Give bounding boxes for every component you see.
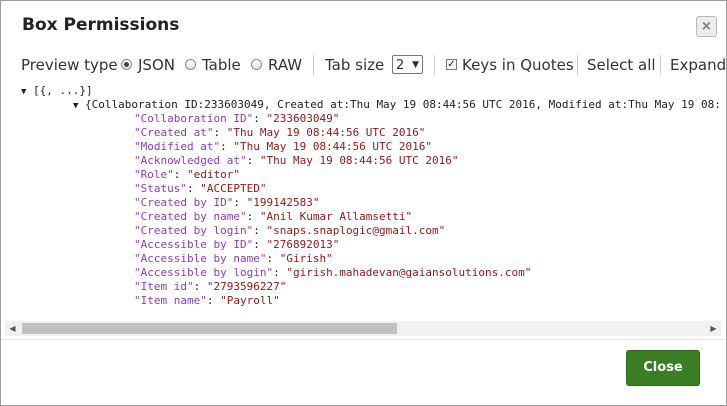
keys-in-quotes-label[interactable]: Keys in Quotes (462, 54, 574, 76)
json-value: "editor" (187, 168, 240, 181)
json-value: "233603049" (266, 112, 340, 125)
item-summary[interactable]: {Collaboration ID:233603049, Created at:… (85, 98, 721, 111)
json-viewer: ▼ [{, ...}] ▼ {Collaboration ID:23360304… (5, 81, 724, 339)
json-value: "Anil Kumar Allamsetti" (259, 210, 413, 223)
toolbar-divider (313, 55, 314, 75)
json-field-row[interactable]: "Created at": "Thu May 19 08:44:56 UTC 2… (134, 126, 531, 140)
json-value: "ACCEPTED" (200, 182, 267, 195)
field-list: "Collaboration ID": "233603049" "Created … (134, 112, 531, 308)
toolbar-divider (434, 55, 435, 75)
json-colon: : (173, 168, 187, 181)
json-key: "Acknowledged at" (134, 154, 247, 167)
json-colon: : (253, 224, 267, 237)
json-key: "Item id" (134, 280, 194, 293)
json-field-row[interactable]: "Created by ID": "199142583" (134, 196, 531, 210)
json-key: "Role" (134, 168, 174, 181)
radio-raw-label[interactable]: RAW (268, 54, 302, 76)
json-key: "Created at" (134, 126, 214, 139)
box-permissions-dialog: Box Permissions × Preview type JSON Tabl… (0, 0, 727, 406)
json-value: "Payroll" (220, 294, 280, 307)
json-field-row[interactable]: "Item id": "2793596227" (134, 280, 531, 294)
json-colon: : (193, 280, 207, 293)
json-field-row[interactable]: "Acknowledged at": "Thu May 19 08:44:56 … (134, 154, 531, 168)
toolbar-divider (577, 55, 578, 75)
json-key: "Accessible by ID" (134, 238, 254, 251)
radio-table-label[interactable]: Table (202, 54, 241, 76)
json-field-row[interactable]: "Created by login": "snaps.snaplogic@gma… (134, 224, 531, 238)
json-value: "199142583" (246, 196, 320, 209)
keys-in-quotes-checkbox[interactable]: ✓ (446, 59, 457, 70)
root-label[interactable]: [{, ...}] (33, 84, 93, 97)
json-value: "girish.mahadevan@gaiansolutions.com" (286, 266, 532, 279)
horizontal-scrollbar[interactable]: ◀ ▶ (5, 321, 721, 336)
collapse-toggle-icon[interactable]: ▼ (73, 101, 78, 111)
tab-size-label: Tab size (325, 56, 385, 74)
json-field-row[interactable]: "Accessible by login": "girish.mahadevan… (134, 266, 531, 280)
json-field-row[interactable]: "Created by name": "Anil Kumar Allamsett… (134, 210, 531, 224)
expand-link[interactable]: Expand (670, 54, 726, 76)
json-key: "Accessible by login" (134, 266, 274, 279)
radio-json[interactable] (121, 59, 132, 70)
json-key: "Modified at" (134, 140, 221, 153)
tab-size-select[interactable]: 2 ▼ (392, 55, 423, 74)
json-key: "Item name" (134, 294, 207, 307)
json-key: "Collaboration ID" (134, 112, 254, 125)
radio-json-label[interactable]: JSON (138, 54, 175, 76)
json-colon: : (206, 294, 221, 307)
scroll-right-icon[interactable]: ▶ (706, 321, 721, 336)
json-key: "Accessible by name" (134, 252, 267, 265)
json-field-row[interactable]: "Accessible by ID": "276892013" (134, 238, 531, 252)
json-field-row[interactable]: "Status": "ACCEPTED" (134, 182, 531, 196)
json-field-row[interactable]: "Modified at": "Thu May 19 08:44:56 UTC … (134, 140, 531, 154)
json-colon: : (253, 238, 267, 251)
json-colon: : (246, 154, 260, 167)
radio-raw[interactable] (251, 59, 262, 70)
json-key: "Created by ID" (134, 196, 234, 209)
scrollbar-thumb[interactable] (22, 323, 397, 334)
json-colon: : (213, 126, 227, 139)
toolbar-divider (660, 55, 661, 75)
json-value: "2793596227" (206, 280, 287, 293)
close-button[interactable]: Close (626, 350, 700, 386)
json-value: "276892013" (266, 238, 340, 251)
json-value: "Thu May 19 08:44:56 UTC 2016" (226, 126, 426, 139)
json-colon: : (246, 210, 260, 223)
json-colon: : (273, 266, 287, 279)
select-all-link[interactable]: Select all (587, 54, 656, 76)
json-key: "Created by login" (134, 224, 254, 237)
footer-divider (1, 339, 726, 340)
json-value: "Girish" (279, 252, 333, 265)
tab-size-value: 2 (396, 58, 405, 73)
json-colon: : (186, 182, 201, 195)
json-field-row[interactable]: "Accessible by name": "Girish" (134, 252, 531, 266)
tree-root: ▼ [{, ...}] (21, 84, 93, 97)
preview-type-label: Preview type (21, 56, 118, 74)
close-icon[interactable]: × (696, 16, 717, 37)
radio-table[interactable] (185, 59, 196, 70)
json-colon: : (266, 252, 280, 265)
json-field-row[interactable]: "Collaboration ID": "233603049" (134, 112, 531, 126)
chevron-down-icon: ▼ (412, 60, 419, 70)
json-colon: : (233, 196, 247, 209)
tree-item-0: ▼ {Collaboration ID:233603049, Created a… (73, 98, 721, 111)
json-colon: : (253, 112, 267, 125)
json-value: "snaps.snaplogic@gmail.com" (266, 224, 446, 237)
scroll-left-icon[interactable]: ◀ (5, 321, 20, 336)
json-colon: : (220, 140, 234, 153)
json-field-row[interactable]: "Item name": "Payroll" (134, 294, 531, 308)
json-key: "Created by name" (134, 210, 247, 223)
dialog-title: Box Permissions (22, 15, 180, 35)
json-key: "Status" (134, 182, 187, 195)
json-value: "Thu May 19 08:44:56 UTC 2016" (259, 154, 459, 167)
json-field-row[interactable]: "Role": "editor" (134, 168, 531, 182)
json-value: "Thu May 19 08:44:56 UTC 2016" (233, 140, 433, 153)
collapse-toggle-icon[interactable]: ▼ (21, 87, 26, 97)
